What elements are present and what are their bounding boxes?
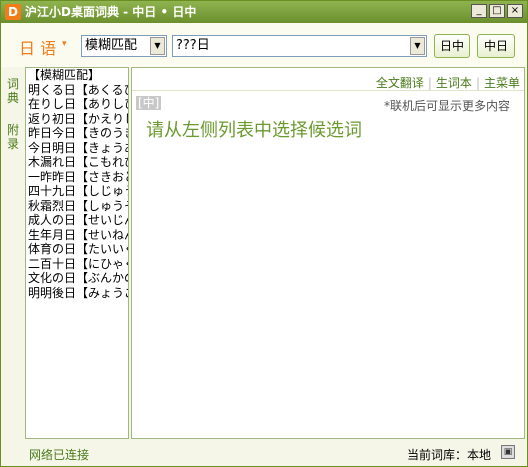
match-mode-select[interactable]: 模糊匹配 ▼: [81, 35, 167, 57]
list-item[interactable]: 在りし日【ありしひ】: [26, 97, 128, 112]
side-tabs: 词典 附录: [1, 67, 25, 441]
online-hint: *联机后可显示更多内容: [383, 99, 510, 113]
window-title: 沪江小D桌面词典 - 中日 • 日中: [25, 5, 197, 19]
match-mode-dropdown-icon[interactable]: ▼: [150, 37, 165, 55]
list-item[interactable]: 木漏れ日【こもれび】: [26, 155, 128, 170]
list-item[interactable]: 昨日今日【きのうきょう】: [26, 126, 128, 141]
language-tag: [中]: [136, 96, 162, 110]
list-item[interactable]: 返り初日【かえりしょにち】: [26, 112, 128, 127]
list-item[interactable]: 明明後日【みょうごにち】: [26, 286, 128, 301]
list-item[interactable]: 四十九日【しじゅうくにち】: [26, 184, 128, 199]
divider: [132, 90, 524, 91]
candidate-list[interactable]: 【模糊匹配】 明くる日【あくるひ】 在りし日【ありしひ】 返り初日【かえりしょに…: [25, 67, 129, 439]
select-candidate-prompt: 请从左侧列表中选择候选词: [146, 120, 362, 141]
list-item[interactable]: 一昨昨日【さきおととい】: [26, 170, 128, 185]
full-translation-link[interactable]: 全文翻译: [372, 76, 428, 90]
chinese-japanese-button[interactable]: 中日: [477, 34, 515, 58]
status-bar: 网络已连接 当前词库：本地 ▣: [1, 441, 527, 466]
list-item[interactable]: 明くる日【あくるひ】: [26, 83, 128, 98]
minimize-button[interactable]: _: [471, 4, 487, 18]
dictionary-switch-icon[interactable]: ▣: [501, 445, 515, 459]
title-bar[interactable]: D 沪江小D桌面词典 - 中日 • 日中 _ □ ×: [1, 1, 527, 23]
content-links: 全文翻译 | 生词本 | 主菜单: [372, 74, 524, 91]
japanese-chinese-button[interactable]: 日中: [434, 34, 470, 58]
tab-dictionary[interactable]: 词典: [7, 77, 21, 105]
app-logo-icon: D: [5, 4, 21, 20]
toolbar: 日 语 ▾ 模糊匹配 ▼ ???日 ▼ 日中 中日: [1, 23, 527, 67]
language-selector[interactable]: 日 语: [19, 35, 56, 59]
list-item[interactable]: 【模糊匹配】: [26, 68, 128, 83]
network-status: 网络已连接: [29, 448, 90, 462]
definition-panel: 全文翻译 | 生词本 | 主菜单 [中] *联机后可显示更多内容 请从左侧列表中选择候选…: [131, 67, 525, 439]
app-window: D 沪江小D桌面词典 - 中日 • 日中 _ □ × 日 语 ▾ 模糊匹配 ▼ …: [0, 0, 528, 467]
list-item[interactable]: 二百十日【にひゃくとおか】: [26, 257, 128, 272]
vocabulary-book-link[interactable]: 生词本: [432, 76, 476, 90]
list-item[interactable]: 成人の日【せいじんのひ】: [26, 213, 128, 228]
list-item[interactable]: 今日明日【きょうあす】: [26, 141, 128, 156]
close-button[interactable]: ×: [507, 4, 523, 18]
list-item[interactable]: 体育の日【たいいくのひ】: [26, 242, 128, 257]
list-item[interactable]: 文化の日【ぶんかのひ】: [26, 271, 128, 286]
search-input-value: ???日: [176, 38, 210, 53]
language-caret-icon[interactable]: ▾: [62, 39, 67, 49]
match-mode-value: 模糊匹配: [85, 38, 138, 53]
maximize-button[interactable]: □: [489, 4, 505, 18]
search-input[interactable]: ???日 ▼: [172, 35, 427, 57]
list-item[interactable]: 生年月日【せいねんがっぴ】: [26, 228, 128, 243]
search-history-dropdown-icon[interactable]: ▼: [410, 37, 425, 55]
main-menu-link[interactable]: 主菜单: [480, 76, 524, 90]
current-dictionary-status: 当前词库：本地: [406, 448, 491, 462]
tab-appendix[interactable]: 附录: [7, 123, 21, 151]
list-item[interactable]: 秋霜烈日【しゅうそうれつじつ】: [26, 199, 128, 214]
